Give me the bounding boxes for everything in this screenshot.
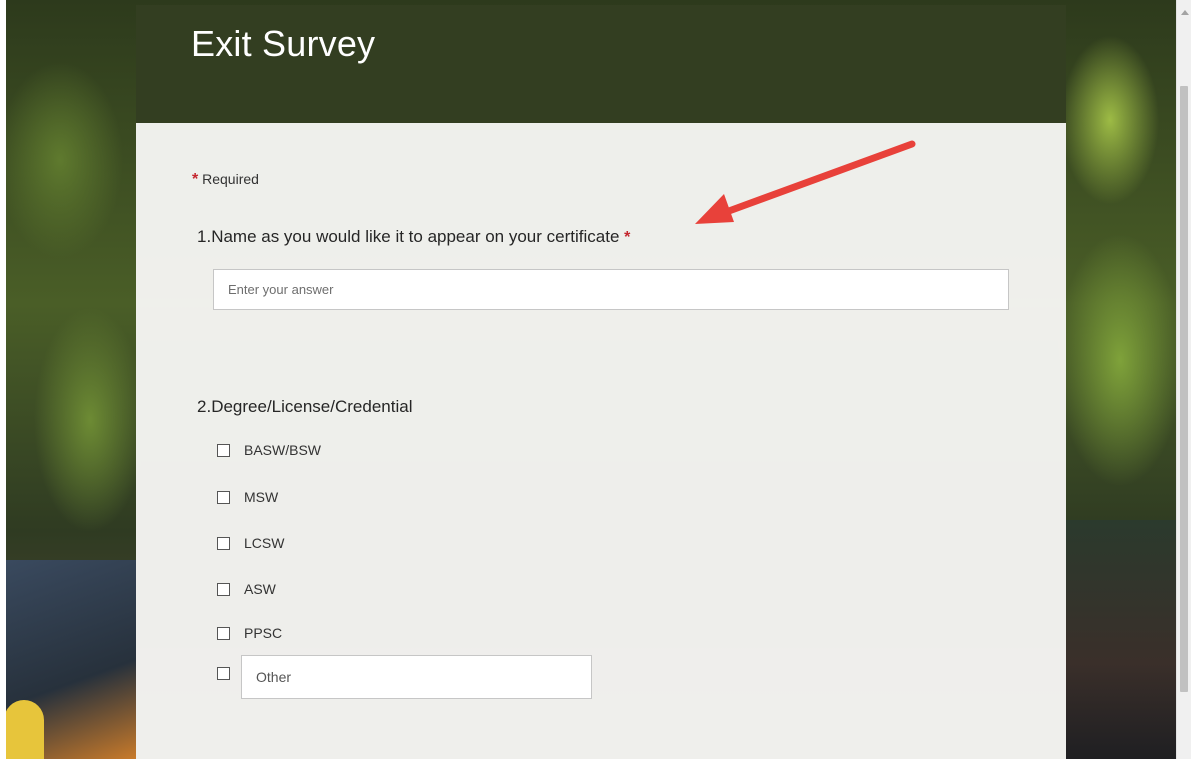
background-photo-detail (1066, 520, 1176, 759)
window-edge (0, 0, 6, 759)
survey-form: Exit Survey * Required 1.Name as you wou… (136, 5, 1066, 759)
option-msw[interactable]: MSW (217, 487, 278, 507)
option-ppsc[interactable]: PPSC (217, 623, 282, 643)
option-basw-bsw[interactable]: BASW/BSW (217, 440, 321, 460)
option-label: MSW (244, 489, 279, 505)
form-header: Exit Survey (136, 5, 1066, 123)
option-label: PPSC (244, 625, 283, 641)
question-number: 2. (197, 397, 212, 416)
option-lcsw[interactable]: LCSW (217, 533, 284, 553)
other-answer-input[interactable] (241, 655, 592, 699)
option-label: ASW (244, 581, 276, 597)
required-note: * Required (192, 171, 259, 189)
checkbox[interactable] (217, 536, 230, 550)
form-body: * Required 1.Name as you would like it t… (136, 123, 1066, 759)
option-label: LCSW (244, 535, 285, 551)
annotation-arrow-icon (695, 140, 916, 224)
checkbox[interactable] (217, 626, 230, 640)
scrollbar-thumb[interactable] (1180, 86, 1188, 692)
question-text: Degree/License/Credential (211, 397, 413, 416)
name-answer-input[interactable] (213, 269, 1009, 310)
question-number: 1. (197, 227, 212, 246)
question-1-title: 1.Name as you would like it to appear on… (197, 227, 630, 247)
option-other[interactable] (217, 663, 230, 683)
option-asw[interactable]: ASW (217, 579, 276, 599)
checkbox[interactable] (217, 490, 230, 504)
question-text: Name as you would like it to appear on y… (211, 227, 620, 246)
required-label: Required (202, 171, 259, 187)
option-label: BASW/BSW (244, 442, 322, 458)
checkbox[interactable] (217, 443, 230, 457)
background-photo-detail (4, 700, 44, 759)
question-2-title: 2.Degree/License/Credential (197, 397, 412, 417)
required-asterisk: * (624, 229, 631, 246)
form-title: Exit Survey (191, 23, 376, 64)
checkbox[interactable] (217, 666, 230, 680)
scroll-up-arrow-icon[interactable] (1181, 10, 1189, 15)
required-asterisk: * (192, 171, 199, 188)
checkbox[interactable] (217, 582, 230, 596)
